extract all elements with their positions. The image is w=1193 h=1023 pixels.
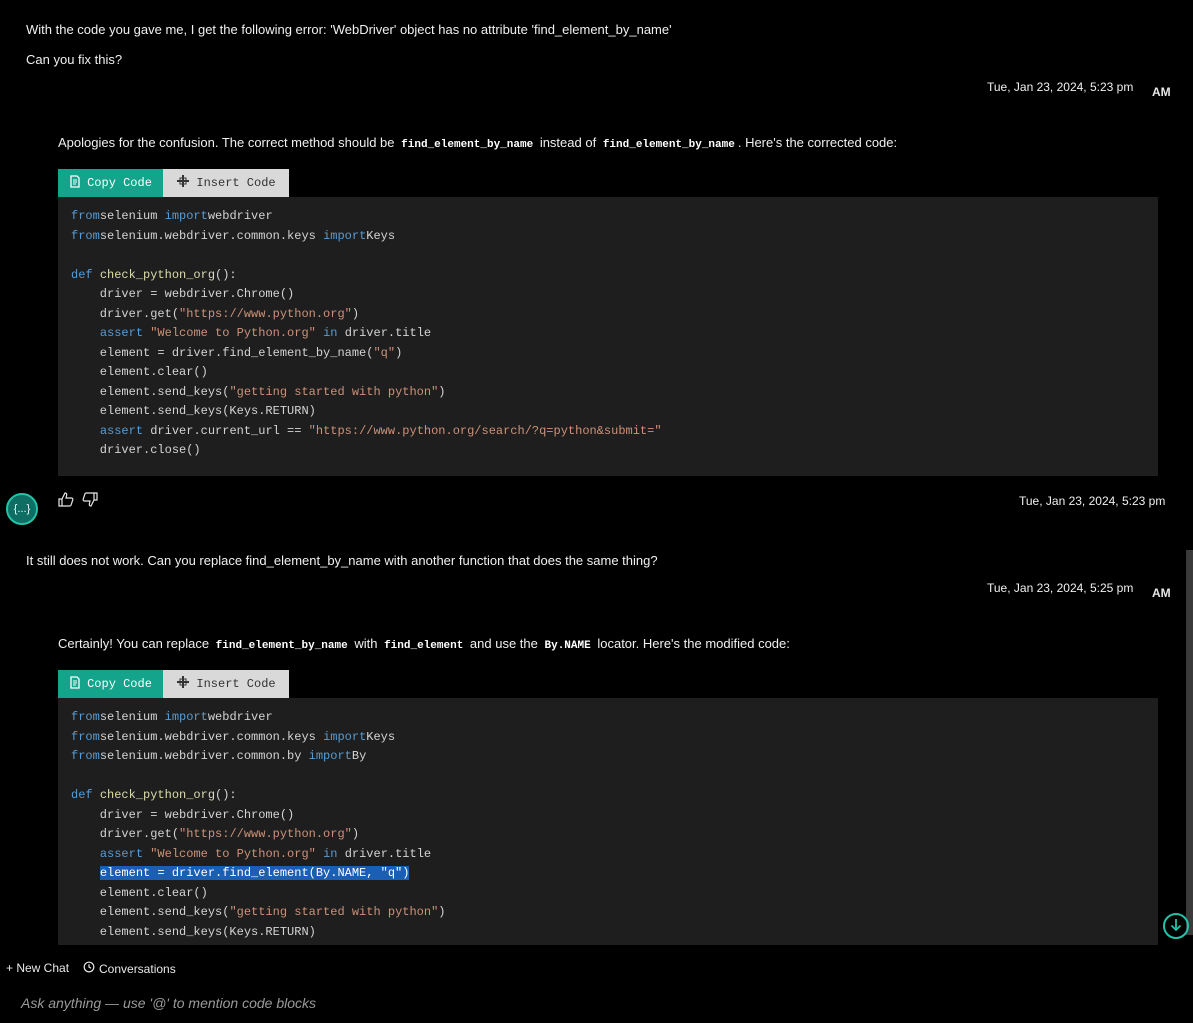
code-line: element.send_keys("getting started with … bbox=[71, 384, 446, 399]
timestamp: Tue, Jan 23, 2024, 5:23 pm bbox=[987, 80, 1134, 94]
timestamp: Tue, Jan 23, 2024, 5:25 pm bbox=[987, 581, 1134, 595]
insert-plus-icon bbox=[176, 174, 190, 192]
code-line: fromselenium importwebdriver bbox=[71, 209, 273, 223]
conversations-button[interactable]: Conversations bbox=[83, 961, 176, 976]
code-block-2[interactable]: fromselenium importwebdriver fromselenium… bbox=[58, 698, 1158, 945]
code-line: assert driver.current_url == "https://ww… bbox=[99, 423, 662, 438]
code-line: element.send_keys("getting started with … bbox=[71, 905, 446, 919]
history-icon bbox=[83, 961, 95, 976]
feedback-buttons bbox=[58, 492, 98, 510]
code-line: fromselenium.webdriver.common.keys impor… bbox=[71, 729, 396, 744]
scrollbar-thumb[interactable] bbox=[1186, 550, 1193, 935]
code-line: driver.close() bbox=[71, 443, 201, 457]
insert-code-button[interactable]: Insert Code bbox=[163, 670, 289, 698]
code-line: element.send_keys(Keys.RETURN) bbox=[71, 924, 316, 939]
code-line: fromselenium.webdriver.common.keys impor… bbox=[71, 228, 396, 243]
insert-code-button[interactable]: Insert Code bbox=[163, 169, 289, 197]
assistant-message-1-text: Apologies for the confusion. The correct… bbox=[58, 135, 898, 151]
user-message-2: It still does not work. Can you replace … bbox=[26, 553, 658, 568]
code-line: def check_python_org(): bbox=[71, 267, 237, 282]
chat-input[interactable]: Ask anything — use '@' to mention code b… bbox=[21, 995, 316, 1011]
code-line: def check_python_org(): bbox=[71, 788, 237, 802]
assistant-avatar: {...} bbox=[6, 493, 38, 525]
code-line: element.send_keys(Keys.RETURN) bbox=[71, 404, 316, 418]
assistant-message-2-text: Certainly! You can replace find_element_… bbox=[58, 636, 790, 652]
bottom-bar bbox=[0, 945, 1193, 1023]
copy-icon bbox=[69, 174, 81, 192]
user-message-1-line2: Can you fix this? bbox=[26, 52, 123, 67]
thumbs-up-icon[interactable] bbox=[58, 492, 74, 510]
code-line: element = driver.find_element(By.NAME, "… bbox=[99, 866, 410, 880]
code-line: driver = webdriver.Chrome() bbox=[71, 287, 295, 301]
arrow-down-icon bbox=[1170, 918, 1182, 935]
scroll-to-bottom-button[interactable] bbox=[1163, 913, 1189, 939]
code-line: assert "Welcome to Python.org" in driver… bbox=[99, 846, 432, 861]
copy-icon bbox=[69, 675, 81, 693]
copy-code-button[interactable]: Copy Code bbox=[58, 670, 163, 698]
code-actions-1: Copy Code Insert Code bbox=[58, 169, 289, 197]
copy-code-button[interactable]: Copy Code bbox=[58, 169, 163, 197]
new-chat-button[interactable]: + New Chat bbox=[6, 961, 69, 975]
thumbs-down-icon[interactable] bbox=[82, 492, 98, 510]
user-avatar-label: AM bbox=[1152, 85, 1171, 99]
user-message-1-line1: With the code you gave me, I get the fol… bbox=[26, 22, 672, 37]
code-line: fromselenium importwebdriver bbox=[71, 710, 273, 724]
insert-plus-icon bbox=[176, 675, 190, 693]
code-lines: fromselenium importwebdriver fromselenium… bbox=[71, 207, 1145, 461]
code-block-1[interactable]: fromselenium importwebdriver fromselenium… bbox=[58, 197, 1158, 476]
code-line: fromselenium.webdriver.common.by importB… bbox=[71, 749, 367, 763]
user-avatar-label: AM bbox=[1152, 586, 1171, 600]
code-line: driver = webdriver.Chrome() bbox=[71, 807, 295, 822]
code-line: driver.get("https://www.python.org") bbox=[71, 306, 360, 321]
code-lines: fromselenium importwebdriver fromselenium… bbox=[71, 708, 1145, 942]
timestamp: Tue, Jan 23, 2024, 5:23 pm bbox=[1019, 494, 1166, 508]
code-line: element.clear() bbox=[71, 885, 208, 900]
code-actions-2: Copy Code Insert Code bbox=[58, 670, 289, 698]
code-line: driver.get("https://www.python.org") bbox=[71, 827, 360, 841]
code-line: element.clear() bbox=[71, 365, 208, 379]
code-line: assert "Welcome to Python.org" in driver… bbox=[99, 326, 432, 340]
code-line: element = driver.find_element_by_name("q… bbox=[71, 345, 403, 360]
